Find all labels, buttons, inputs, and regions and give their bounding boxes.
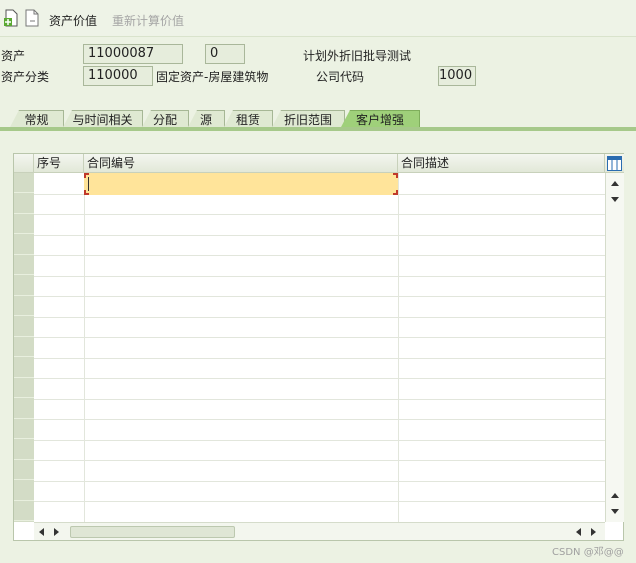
row-selector[interactable] bbox=[14, 255, 34, 275]
table-row bbox=[34, 419, 605, 420]
selection-corner bbox=[393, 173, 398, 178]
company-code-field[interactable]: 1000 bbox=[438, 66, 476, 86]
scroll-down-icon[interactable] bbox=[611, 509, 619, 514]
row-selector[interactable] bbox=[14, 501, 34, 521]
row-selector[interactable] bbox=[14, 296, 34, 316]
table-row bbox=[34, 480, 605, 482]
asset-number-field[interactable]: 11000087 bbox=[83, 44, 183, 64]
tab-strip-underline bbox=[0, 127, 636, 131]
column-header-seq[interactable]: 序号 bbox=[34, 154, 84, 173]
row-selector[interactable] bbox=[14, 419, 34, 439]
table-row bbox=[34, 214, 605, 215]
scroll-up-icon[interactable] bbox=[611, 181, 619, 186]
asset-class-description: 固定资产-房屋建筑物 bbox=[156, 70, 269, 84]
table-row bbox=[34, 501, 605, 502]
scroll-right-icon[interactable] bbox=[591, 528, 596, 536]
table-row bbox=[34, 275, 605, 277]
text-cursor bbox=[88, 177, 89, 191]
table-row bbox=[34, 296, 605, 297]
column-settings-icon[interactable] bbox=[607, 156, 622, 171]
asset-subnumber-field[interactable]: 0 bbox=[205, 44, 245, 64]
table-row bbox=[34, 378, 605, 379]
row-selector[interactable] bbox=[14, 194, 34, 214]
scroll-up-icon[interactable] bbox=[611, 493, 619, 498]
row-selector-column bbox=[14, 173, 34, 522]
asset-description: 计划外折旧批导测试 bbox=[303, 49, 412, 63]
company-code-label: 公司代码 bbox=[316, 70, 365, 84]
column-header-contract-description[interactable]: 合同描述 bbox=[398, 154, 605, 173]
select-all-header[interactable] bbox=[14, 154, 34, 173]
table-row bbox=[34, 316, 605, 318]
asset-class-label: 资产分类 bbox=[1, 70, 50, 84]
document-icon[interactable] bbox=[24, 9, 40, 27]
horizontal-scrollbar[interactable] bbox=[34, 522, 605, 540]
application-toolbar: 资产价值 重新计算价值 bbox=[0, 0, 636, 37]
watermark: CSDN @邓@@ bbox=[552, 547, 624, 558]
scroll-right-icon[interactable] bbox=[54, 528, 59, 536]
asset-label: 资产 bbox=[1, 49, 26, 63]
table-settings-button[interactable] bbox=[605, 154, 624, 173]
asset-class-field[interactable]: 110000 bbox=[83, 66, 153, 86]
row-selector[interactable] bbox=[14, 460, 34, 480]
table-row bbox=[34, 439, 605, 441]
table-row bbox=[34, 398, 605, 400]
row-selector[interactable] bbox=[14, 337, 34, 357]
table-row bbox=[34, 234, 605, 236]
row-selector[interactable] bbox=[14, 358, 34, 378]
scroll-down-icon[interactable] bbox=[611, 197, 619, 202]
scroll-thumb[interactable] bbox=[70, 526, 235, 538]
recalculate-value-button[interactable]: 重新计算价值 bbox=[112, 12, 184, 29]
row-selector[interactable] bbox=[14, 317, 34, 337]
column-divider bbox=[398, 173, 399, 522]
asset-value-button[interactable]: 资产价值 bbox=[49, 12, 97, 29]
row-selector[interactable] bbox=[14, 173, 34, 193]
row-selector[interactable] bbox=[14, 378, 34, 398]
table-row bbox=[34, 255, 605, 256]
row-selector[interactable] bbox=[14, 276, 34, 296]
column-divider bbox=[84, 173, 85, 522]
scroll-left-icon[interactable] bbox=[39, 528, 44, 536]
vertical-scrollbar[interactable] bbox=[605, 173, 624, 522]
contract-table: 序号 合同编号 合同描述 bbox=[13, 153, 624, 541]
row-selector[interactable] bbox=[14, 399, 34, 419]
table-row bbox=[34, 357, 605, 359]
create-document-icon[interactable] bbox=[3, 9, 19, 27]
selected-contract-number-cell[interactable] bbox=[84, 173, 398, 195]
row-selector[interactable] bbox=[14, 214, 34, 234]
table-row bbox=[34, 337, 605, 338]
table-row bbox=[34, 460, 605, 461]
scroll-left-icon[interactable] bbox=[576, 528, 581, 536]
row-selector[interactable] bbox=[14, 235, 34, 255]
column-header-contract-number[interactable]: 合同编号 bbox=[84, 154, 398, 173]
row-selector[interactable] bbox=[14, 481, 34, 501]
selection-corner bbox=[393, 190, 398, 195]
row-selector[interactable] bbox=[14, 440, 34, 460]
